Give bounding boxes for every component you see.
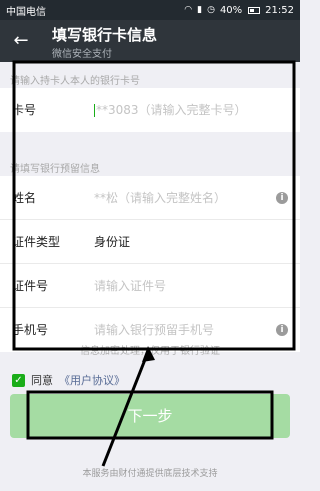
- battery-percent: 40%: [219, 4, 243, 16]
- page-title: 填写银行卡信息: [52, 26, 158, 44]
- page-subtitle: 微信安全支付: [52, 49, 112, 60]
- reserved-info-group: 姓名 **松（请输入完整姓名） i 证件类型 身份证 证件号 请输入证件号 手机…: [0, 176, 300, 352]
- agree-checkbox[interactable]: ✓: [12, 373, 25, 387]
- carrier-label: 中国电信: [6, 6, 46, 18]
- text-cursor: [94, 104, 95, 117]
- id-type-row[interactable]: 证件类型 身份证: [0, 220, 300, 264]
- user-agreement-link[interactable]: 《用户协议》: [59, 372, 125, 388]
- agree-label: 同意: [31, 374, 53, 387]
- id-type-label: 证件类型: [12, 235, 61, 249]
- encryption-notice: 信息加密处理，仅用于银行验证: [80, 346, 220, 357]
- name-label: 姓名: [12, 191, 37, 205]
- battery-icon: [248, 6, 261, 14]
- card-section-hint: 请输入持卡人本人的银行卡号: [10, 76, 140, 87]
- info-icon[interactable]: i: [276, 192, 288, 204]
- id-number-input[interactable]: 请输入证件号: [94, 264, 166, 308]
- id-type-value[interactable]: 身份证: [94, 220, 130, 264]
- reserved-info-hint: 请填写银行预留信息: [10, 164, 100, 175]
- card-number-group: 卡号 **3083（请输入完整卡号）: [0, 88, 300, 132]
- title-bar: ← 填写银行卡信息 微信安全支付: [0, 20, 300, 62]
- alarm-icon: ◷: [207, 5, 215, 15]
- signal-icon: ▮: [197, 5, 203, 15]
- info-icon[interactable]: i: [276, 324, 288, 336]
- back-arrow-icon[interactable]: ←: [10, 30, 32, 52]
- card-number-placeholder: **3083（请输入完整卡号）: [96, 103, 247, 117]
- name-input[interactable]: **松（请输入完整姓名）: [94, 176, 226, 220]
- card-number-input[interactable]: **3083（请输入完整卡号）: [94, 88, 247, 132]
- footer-text: 本服务由财付通提供底层技术支持: [82, 469, 218, 479]
- status-time: 21:52: [265, 4, 294, 16]
- next-step-button[interactable]: 下一步: [10, 394, 290, 438]
- id-number-row[interactable]: 证件号 请输入证件号: [0, 264, 300, 308]
- id-number-label: 证件号: [12, 279, 49, 293]
- name-row[interactable]: 姓名 **松（请输入完整姓名） i: [0, 176, 300, 220]
- card-number-row[interactable]: 卡号 **3083（请输入完整卡号）: [0, 88, 300, 132]
- wifi-icon: ◠: [184, 5, 193, 15]
- agreement-row: ✓ 同意 《用户协议》: [12, 372, 125, 388]
- status-bar: 中国电信 ◠ ▮ ◷ 40% 21:52: [0, 0, 300, 20]
- card-number-label: 卡号: [12, 103, 37, 117]
